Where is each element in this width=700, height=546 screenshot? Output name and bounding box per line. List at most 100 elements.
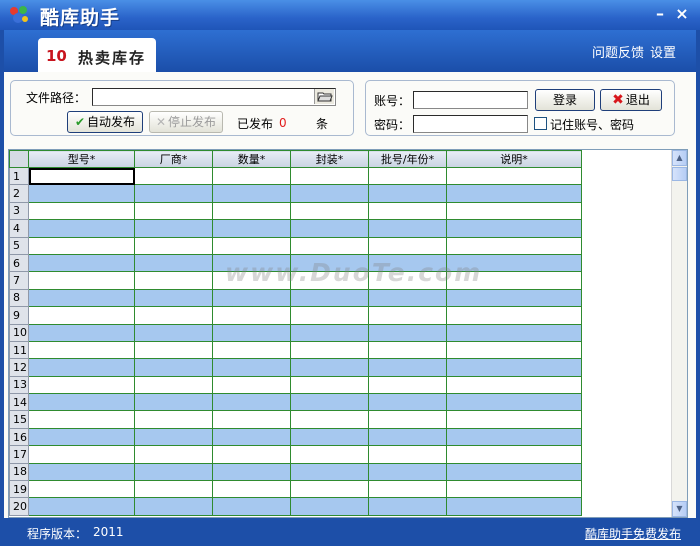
grid-cell[interactable] xyxy=(368,480,447,499)
grid-cell[interactable] xyxy=(28,306,135,325)
grid-cell[interactable] xyxy=(290,184,369,203)
table-row[interactable]: 14 xyxy=(9,393,582,412)
feedback-link[interactable]: 问题反馈 xyxy=(592,42,644,61)
grid-cell[interactable] xyxy=(134,323,213,342)
grid-cell[interactable] xyxy=(446,323,582,342)
grid-cell[interactable] xyxy=(290,375,369,395)
grid-cell[interactable] xyxy=(446,393,582,412)
grid-cell[interactable] xyxy=(290,201,369,221)
grid-cell[interactable] xyxy=(212,375,291,395)
grid-cell[interactable] xyxy=(134,236,213,255)
grid-cell[interactable] xyxy=(368,323,447,342)
table-row[interactable]: 11 xyxy=(9,340,582,360)
table-row[interactable]: 16 xyxy=(9,427,582,447)
grid-cell[interactable] xyxy=(368,410,447,429)
grid-cell[interactable] xyxy=(446,375,582,395)
grid-cell[interactable] xyxy=(368,462,447,482)
grid-cell[interactable] xyxy=(28,201,135,221)
title-bar[interactable]: 酷库助手 – × xyxy=(0,0,700,30)
grid-cell[interactable] xyxy=(368,219,447,238)
grid-cell[interactable] xyxy=(134,340,213,360)
account-input[interactable] xyxy=(413,91,528,109)
grid-cell[interactable] xyxy=(290,219,369,238)
grid-cell[interactable] xyxy=(290,445,369,464)
free-publish-link[interactable]: 酷库助手免费发布 xyxy=(585,525,681,542)
column-header-quantity[interactable]: 数量* xyxy=(212,150,291,168)
grid-cell[interactable] xyxy=(446,410,582,429)
table-row[interactable]: 19 xyxy=(9,480,582,499)
grid-cell[interactable] xyxy=(446,184,582,203)
grid-cell[interactable] xyxy=(446,427,582,447)
grid-cell[interactable] xyxy=(212,236,291,255)
grid-cell[interactable] xyxy=(446,201,582,221)
table-row[interactable]: 12 xyxy=(9,358,582,377)
grid-cell[interactable] xyxy=(212,323,291,342)
grid-cell[interactable] xyxy=(28,323,135,342)
grid-cell[interactable] xyxy=(28,219,135,238)
grid-cell[interactable] xyxy=(212,480,291,499)
inventory-grid[interactable]: 型号* 厂商* 数量* 封装* 批号/年份* 说明* 1 2 3 4 5 6 7 8 9 10 11… xyxy=(8,149,688,518)
close-button[interactable]: × xyxy=(672,5,692,25)
grid-cell[interactable] xyxy=(134,480,213,499)
login-button[interactable]: 登录 xyxy=(535,89,595,111)
grid-cell[interactable] xyxy=(212,393,291,412)
table-row[interactable]: 13 xyxy=(9,375,582,395)
grid-cell[interactable] xyxy=(290,497,369,516)
grid-cell[interactable] xyxy=(212,427,291,447)
grid-cell[interactable] xyxy=(368,393,447,412)
grid-cell[interactable] xyxy=(28,375,135,395)
grid-cell[interactable] xyxy=(290,288,369,308)
grid-cell[interactable] xyxy=(134,271,213,290)
grid-cell[interactable] xyxy=(28,480,135,499)
grid-cell[interactable] xyxy=(134,375,213,395)
grid-cell[interactable] xyxy=(28,497,135,516)
grid-cell[interactable] xyxy=(290,393,369,412)
grid-cell[interactable] xyxy=(290,340,369,360)
table-row[interactable]: 1 xyxy=(9,166,582,186)
grid-cell[interactable] xyxy=(28,166,135,186)
grid-cell[interactable] xyxy=(134,306,213,325)
grid-cell[interactable] xyxy=(290,166,369,186)
grid-cell[interactable] xyxy=(134,253,213,273)
grid-cell[interactable] xyxy=(368,306,447,325)
grid-cell[interactable] xyxy=(134,445,213,464)
grid-cell[interactable] xyxy=(28,236,135,255)
grid-cell[interactable] xyxy=(290,306,369,325)
grid-cell[interactable] xyxy=(212,497,291,516)
grid-cell[interactable] xyxy=(212,306,291,325)
tab-hot-stock[interactable]: 10 热卖库存 xyxy=(38,38,156,72)
grid-cell[interactable] xyxy=(212,410,291,429)
grid-cell[interactable] xyxy=(28,253,135,273)
minimize-button[interactable]: – xyxy=(650,5,670,25)
scroll-up-icon[interactable]: ▲ xyxy=(672,150,687,166)
table-row[interactable]: 10 xyxy=(9,323,582,342)
grid-cell[interactable] xyxy=(368,236,447,255)
column-header-batch-year[interactable]: 批号/年份* xyxy=(368,150,447,168)
grid-cell[interactable] xyxy=(368,445,447,464)
password-input[interactable] xyxy=(413,115,528,133)
grid-cell[interactable] xyxy=(368,375,447,395)
grid-cell[interactable] xyxy=(28,271,135,290)
grid-cell[interactable] xyxy=(134,358,213,377)
grid-cell[interactable] xyxy=(134,166,213,186)
grid-cell[interactable] xyxy=(368,340,447,360)
table-row[interactable]: 5 xyxy=(9,236,582,255)
grid-cell[interactable] xyxy=(134,201,213,221)
grid-cell[interactable] xyxy=(28,358,135,377)
grid-cell[interactable] xyxy=(290,480,369,499)
browse-folder-button[interactable] xyxy=(314,89,334,104)
table-row[interactable]: 15 xyxy=(9,410,582,429)
grid-cell[interactable] xyxy=(28,288,135,308)
grid-cell[interactable] xyxy=(290,462,369,482)
grid-cell[interactable] xyxy=(212,288,291,308)
grid-cell[interactable] xyxy=(134,427,213,447)
grid-cell[interactable] xyxy=(134,184,213,203)
grid-cell[interactable] xyxy=(212,462,291,482)
table-row[interactable]: 9 xyxy=(9,306,582,325)
grid-cell[interactable] xyxy=(290,410,369,429)
auto-publish-button[interactable]: ✔ 自动发布 xyxy=(67,111,143,133)
table-row[interactable]: 2 xyxy=(9,184,582,203)
grid-cell[interactable] xyxy=(446,462,582,482)
grid-cell[interactable] xyxy=(446,340,582,360)
table-row[interactable]: 3 xyxy=(9,201,582,221)
